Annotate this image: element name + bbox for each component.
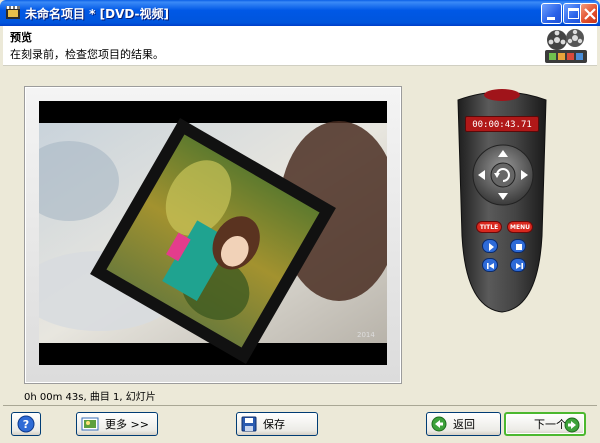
window-title: 未命名项目 * [DVD-视频]: [25, 7, 170, 21]
remote-dpad[interactable]: [472, 144, 534, 206]
back-button-label: 返回: [453, 418, 475, 431]
app-icon: [6, 6, 20, 19]
remote-stop-button[interactable]: [510, 239, 526, 253]
remote-title-label: TITLE: [479, 224, 499, 231]
more-button-label: 更多 >>: [105, 418, 149, 431]
more-button[interactable]: 更多 >>: [76, 412, 158, 436]
film-reel-logo-icon: [545, 29, 587, 63]
more-options-icon: [81, 417, 99, 431]
remote-prev-button[interactable]: [482, 258, 498, 272]
stop-icon: [516, 244, 522, 250]
close-icon: [584, 8, 596, 20]
minimize-button[interactable]: [541, 3, 562, 24]
remote-title-button[interactable]: TITLE: [476, 221, 502, 233]
skip-forward-icon: [516, 263, 523, 269]
preview-status: 0h 00m 43s, 曲目 1, 幻灯片: [24, 392, 156, 403]
help-button[interactable]: ?: [11, 412, 41, 436]
help-icon: ?: [17, 415, 35, 433]
back-button[interactable]: 返回: [426, 412, 501, 436]
svg-text:2014: 2014: [357, 331, 375, 339]
back-arrow-icon: [431, 416, 447, 432]
next-button[interactable]: 下一个: [504, 412, 586, 436]
preview-monitor: 2014: [24, 86, 402, 384]
page-subtitle: 在刻录前，检查您项目的结果。: [10, 48, 164, 61]
save-disk-icon: [241, 416, 257, 432]
close-button[interactable]: [580, 3, 598, 24]
remote-control: 00:00:43.71 TITLE MENU: [452, 86, 552, 319]
remote-time-display: 00:00:43.71: [465, 116, 539, 132]
page-title: 预览: [10, 31, 32, 44]
remote-play-button[interactable]: [482, 239, 498, 253]
remote-menu-button[interactable]: MENU: [507, 221, 533, 233]
wizard-header: 预览 在刻录前，检查您项目的结果。: [3, 26, 597, 66]
play-icon: [489, 243, 494, 251]
remote-menu-label: MENU: [510, 224, 530, 231]
wizard-button-bar: ? 更多 >> 保存 返回 下一个: [3, 405, 597, 440]
skip-back-icon: [487, 263, 494, 269]
next-arrow-icon: [564, 417, 580, 433]
svg-text:?: ?: [23, 418, 29, 431]
next-button-label: 下一个: [534, 418, 567, 431]
remote-time-text: 00:00:43.71: [472, 120, 532, 130]
slideshow-frame-image: 2014: [39, 101, 387, 365]
window-titlebar: 未命名项目 * [DVD-视频]: [0, 0, 600, 26]
remote-next-button[interactable]: [510, 258, 526, 272]
save-button-label: 保存: [263, 418, 285, 431]
video-preview[interactable]: 2014: [39, 101, 387, 365]
save-button[interactable]: 保存: [236, 412, 318, 436]
